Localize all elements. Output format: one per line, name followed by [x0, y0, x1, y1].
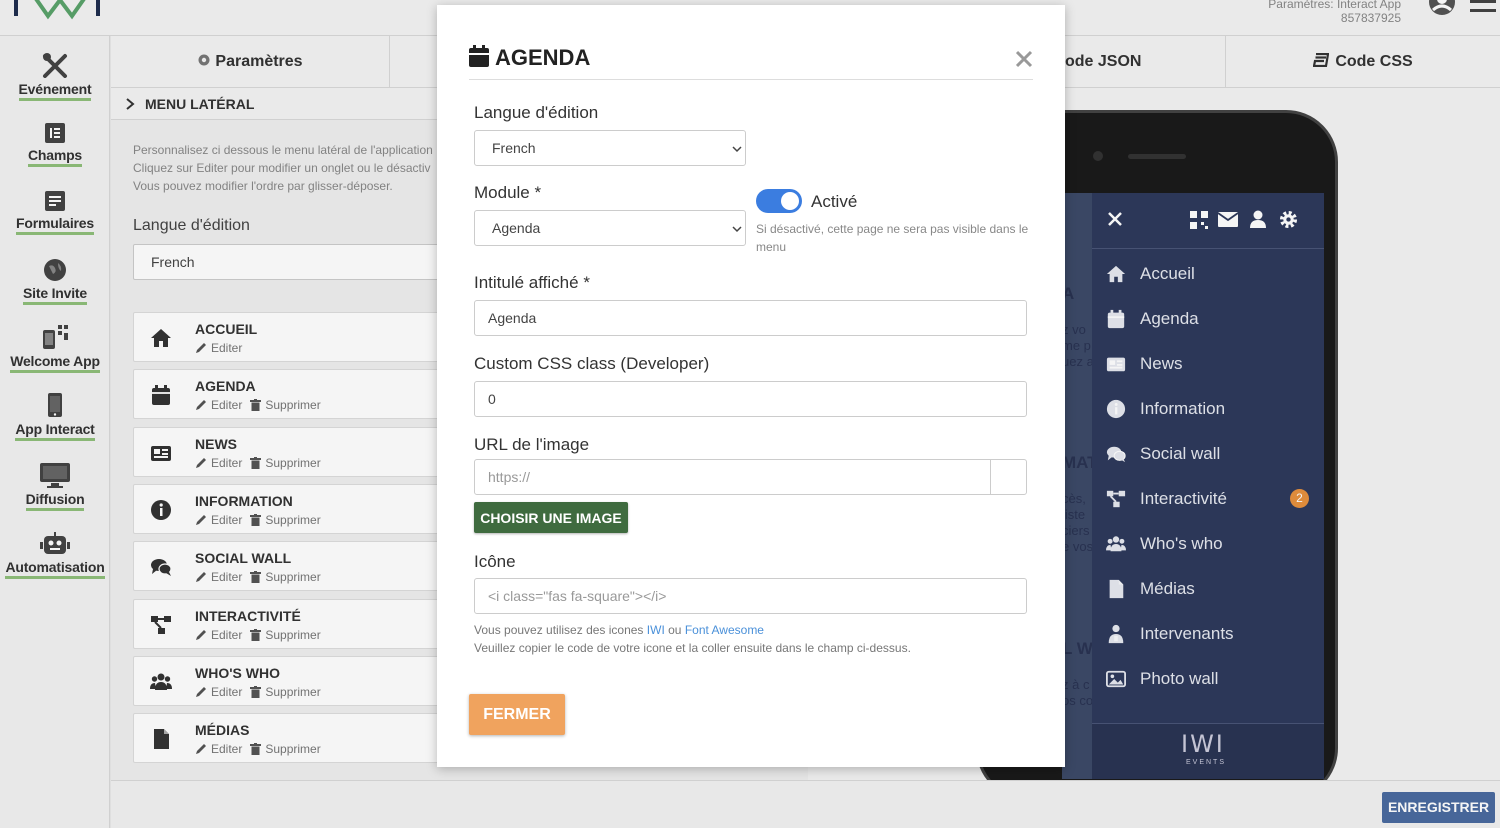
- image-url-label: URL de l'image: [474, 435, 590, 454]
- module-label: Module *: [474, 183, 542, 202]
- close-modal-button[interactable]: FERMER: [469, 694, 565, 735]
- icon-help-line1: Vous pouvez utilisez des icones IWI ou F…: [474, 621, 911, 639]
- icon-help-text: Vous pouvez utilisez des icones IWI ou F…: [474, 621, 911, 657]
- edit-language-select[interactable]: French: [474, 130, 746, 166]
- custom-css-label: Custom CSS class (Developer): [474, 354, 710, 373]
- modal-close-icon[interactable]: [1013, 48, 1035, 70]
- edit-menu-item-modal: AGENDA Langue d'édition French Module * …: [437, 5, 1065, 767]
- active-toggle-label: Activé: [811, 192, 858, 211]
- choose-image-button[interactable]: CHOISIR UNE IMAGE: [474, 502, 628, 533]
- iwi-icons-link[interactable]: IWI: [647, 623, 665, 637]
- modal-divider: [469, 79, 1033, 80]
- display-title-label: Intitulé affiché *: [474, 273, 590, 292]
- image-preview-addon: [991, 460, 1026, 494]
- calendar-icon: [469, 45, 489, 67]
- icon-input[interactable]: [474, 578, 1027, 614]
- icon-help-or: ou: [668, 623, 682, 637]
- custom-css-input[interactable]: [474, 381, 1027, 417]
- module-select[interactable]: Agenda: [474, 210, 746, 246]
- font-awesome-link[interactable]: Font Awesome: [685, 623, 764, 637]
- image-url-group: [474, 459, 1027, 495]
- edit-language-label: Langue d'édition: [474, 103, 599, 122]
- modal-title-text: AGENDA: [495, 45, 591, 70]
- modal-title: AGENDA: [469, 45, 590, 71]
- icon-label: Icône: [474, 552, 516, 571]
- display-title-input[interactable]: [474, 300, 1027, 336]
- active-toggle-help: Si désactivé, cette page ne sera pas vis…: [756, 222, 1029, 254]
- active-toggle[interactable]: [756, 189, 802, 213]
- image-url-input[interactable]: [475, 460, 991, 494]
- toggle-knob: [781, 192, 799, 210]
- icon-help-prefix: Vous pouvez utilisez des icones: [474, 623, 644, 637]
- icon-help-line2: Veuillez copier le code de votre icone e…: [474, 641, 911, 655]
